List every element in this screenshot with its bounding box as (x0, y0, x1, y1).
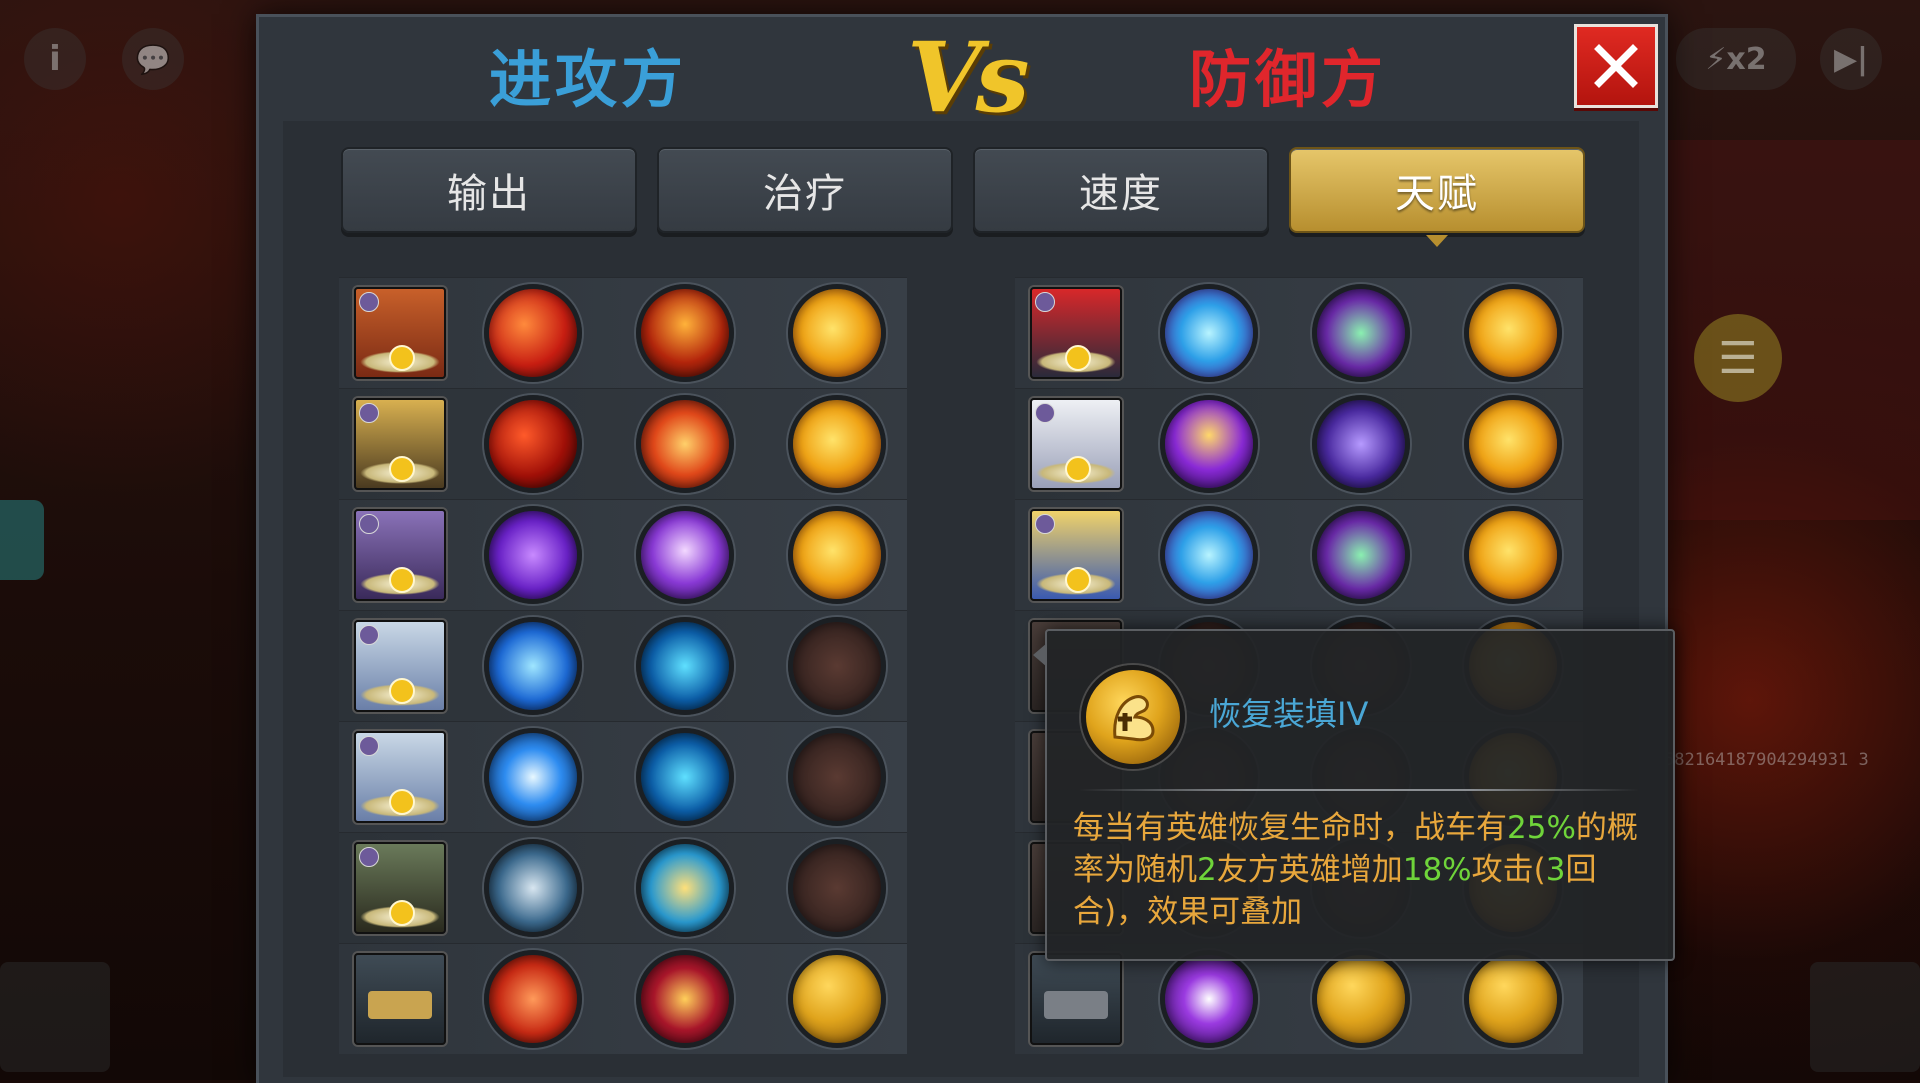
gold-ring-skill-icon[interactable] (636, 839, 734, 937)
defender-row (1015, 499, 1583, 610)
attacker-hero-gold-helmet-portrait[interactable] (354, 398, 446, 490)
faction-badge-icon (359, 625, 379, 645)
chat-icon[interactable]: 💬 (122, 28, 184, 90)
defender-hero-black-hair-portrait[interactable] (1030, 287, 1122, 379)
tab-talent[interactable]: 天赋 (1289, 147, 1585, 247)
vortex-slot-left (0, 962, 110, 1072)
tab-heal[interactable]: 治疗 (657, 147, 953, 233)
close-button[interactable] (1574, 24, 1658, 108)
purple-bow-skill-icon[interactable] (484, 506, 582, 604)
defender-hero-blonde-portrait[interactable] (1030, 509, 1122, 601)
attacker-row (339, 499, 907, 610)
faction-badge-icon (359, 736, 379, 756)
defender-row (1015, 277, 1583, 388)
vortex-slot-right (1810, 962, 1920, 1072)
attacker-hero-mechanic-portrait[interactable] (354, 842, 446, 934)
tooltip-divider (1079, 789, 1639, 791)
rank-star-icon (389, 789, 415, 815)
covered-skill-icon[interactable] (788, 839, 886, 937)
purple-dragon-skill-icon[interactable] (1312, 395, 1410, 493)
covered-skill-icon[interactable] (788, 617, 886, 715)
rank-star-icon (389, 345, 415, 371)
purple-king-skill-icon[interactable] (1160, 395, 1258, 493)
attacker-hero-red-hair-portrait[interactable] (354, 287, 446, 379)
covered-skill-icon[interactable] (788, 728, 886, 826)
attacker-row (339, 721, 907, 832)
attacker-hero-purple-elf-portrait[interactable] (354, 509, 446, 601)
tooltip-description: 每当有英雄恢复生命时，战车有25%的概率为随机2友方英雄增加18%攻击(3回合)… (1073, 810, 1638, 930)
fire-fist-skill-icon[interactable] (484, 950, 582, 1048)
gold-arm-skill-icon[interactable] (788, 950, 886, 1048)
vs-label: Vs (907, 21, 1030, 134)
battle-id-text: 582164187904294931 3 (1664, 750, 1869, 770)
rank-star-icon (1065, 345, 1091, 371)
defender-title: 防御方 (1189, 43, 1388, 116)
red-slash-skill-icon[interactable] (484, 284, 582, 382)
close-x-icon (1594, 44, 1638, 88)
faction-badge-icon (359, 514, 379, 534)
green-witch-skill-icon[interactable] (1312, 506, 1410, 604)
blue-wings-skill-icon[interactable] (636, 728, 734, 826)
attacker-row (339, 832, 907, 943)
faction-badge-icon (1035, 403, 1055, 423)
gold-talent-skill-icon[interactable] (1464, 395, 1562, 493)
cyan-slash-skill-icon[interactable] (1160, 506, 1258, 604)
gold-talent-skill-icon[interactable] (788, 395, 886, 493)
muscle-arm-cross-icon (1081, 665, 1185, 769)
tooltip-title: 恢复装填IV (1209, 695, 1369, 733)
green-witch-skill-icon[interactable] (1312, 284, 1410, 382)
attacker-row (339, 610, 907, 721)
tab-output[interactable]: 输出 (341, 147, 637, 233)
talent-tooltip: 恢复装填IV 每当有英雄恢复生命时，战车有25%的概率为随机2友方英雄增加18%… (1033, 629, 1675, 961)
attacker-chariot-gold-portrait[interactable] (354, 953, 446, 1045)
red-vortex-skill-icon[interactable] (484, 395, 582, 493)
faction-badge-icon (1035, 514, 1055, 534)
gold-arm-skill-icon[interactable] (1312, 950, 1410, 1048)
speed-x2-button[interactable]: ⚡x2 (1676, 28, 1796, 90)
steel-blade-skill-icon[interactable] (484, 839, 582, 937)
tab-speed[interactable]: 速度 (973, 147, 1269, 233)
rank-star-icon (389, 456, 415, 482)
gold-arm-skill-icon[interactable] (1464, 950, 1562, 1048)
defender-row (1015, 388, 1583, 499)
rank-star-icon (389, 678, 415, 704)
faction-badge-icon (359, 403, 379, 423)
blue-orb-skill-icon[interactable] (484, 728, 582, 826)
skip-icon[interactable]: ▶| (1820, 28, 1882, 90)
defender-chariot-dark-portrait[interactable] (1030, 953, 1122, 1045)
purple-fist-skill-icon[interactable] (1160, 950, 1258, 1048)
attacker-hero-silver-hair-portrait[interactable] (354, 620, 446, 712)
gold-talent-skill-icon[interactable] (1464, 506, 1562, 604)
attacker-hero-silver-hair-portrait[interactable] (354, 731, 446, 823)
fire-warrior-skill-icon[interactable] (636, 284, 734, 382)
gold-talent-skill-icon[interactable] (1464, 284, 1562, 382)
fire-burst-skill-icon[interactable] (636, 395, 734, 493)
blue-sword-skill-icon[interactable] (484, 617, 582, 715)
red-arm-skill-icon[interactable] (636, 950, 734, 1048)
info-icon[interactable]: i (24, 28, 86, 90)
rank-star-icon (389, 900, 415, 926)
attacker-row (339, 943, 907, 1054)
faction-badge-icon (359, 292, 379, 312)
gold-talent-skill-icon[interactable] (788, 506, 886, 604)
rank-star-icon (1065, 456, 1091, 482)
gold-talent-skill-icon[interactable] (788, 284, 886, 382)
cyan-slash-skill-icon[interactable] (1160, 284, 1258, 382)
rank-star-icon (389, 567, 415, 593)
battle-compare-dialog: 进攻方 Vs 防御方 输出 治疗 速度 天赋 恢复装填IV 每当有英雄恢复生命时… (256, 14, 1675, 1083)
faction-badge-icon (359, 847, 379, 867)
left-side-tab[interactable] (0, 500, 44, 580)
attacker-row (339, 388, 907, 499)
attacker-row (339, 277, 907, 388)
attacker-lineup (339, 277, 907, 1054)
menu-list-icon[interactable]: ☰ (1694, 314, 1782, 402)
blue-wings-skill-icon[interactable] (636, 617, 734, 715)
purple-dancer-skill-icon[interactable] (636, 506, 734, 604)
defender-hero-white-hair-portrait[interactable] (1030, 398, 1122, 490)
attacker-title: 进攻方 (489, 43, 688, 116)
rank-star-icon (1065, 567, 1091, 593)
faction-badge-icon (1035, 292, 1055, 312)
